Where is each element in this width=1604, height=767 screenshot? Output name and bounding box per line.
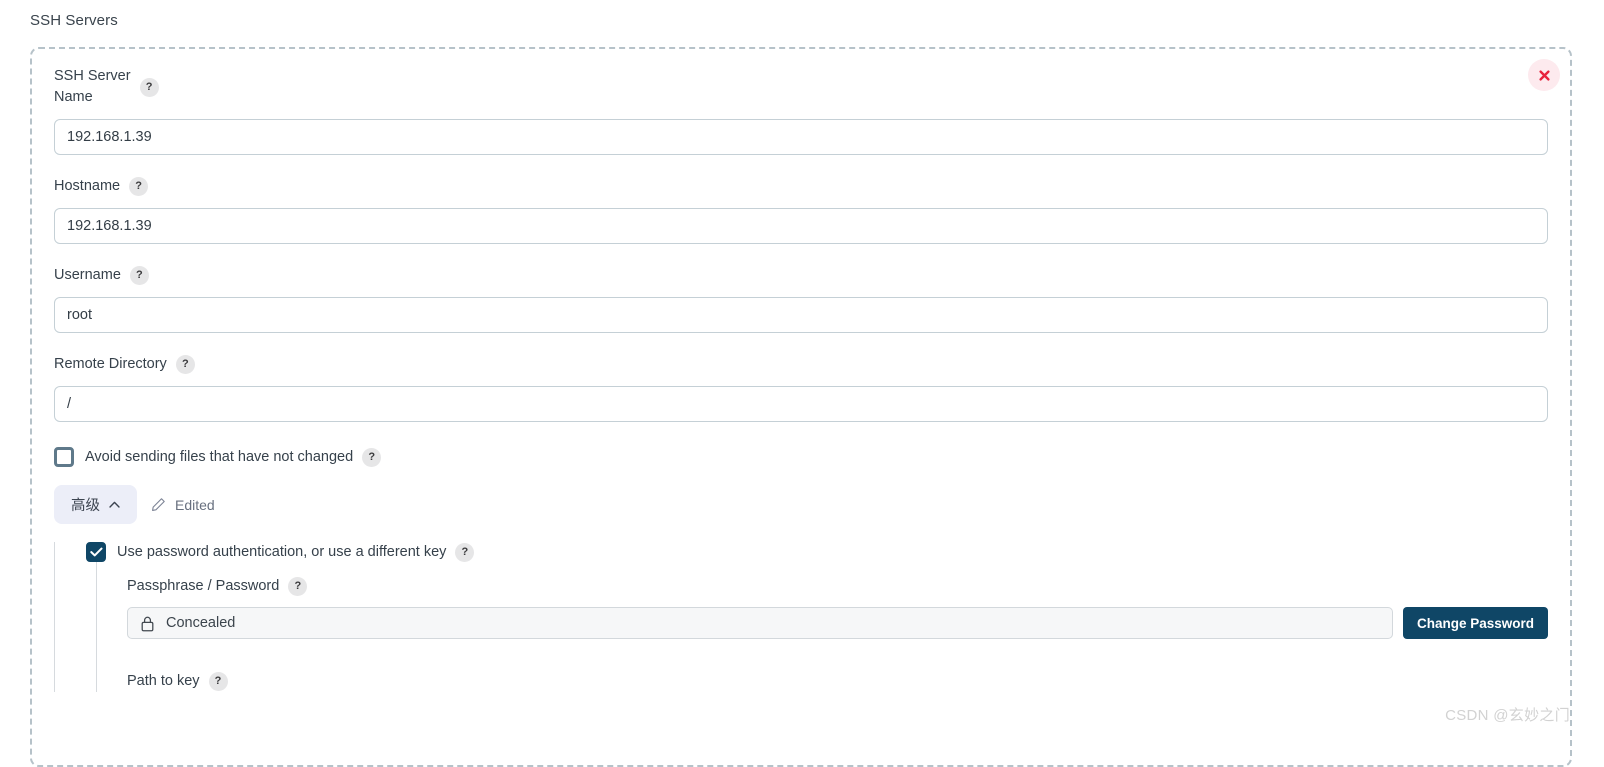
chevron-up-icon (109, 501, 120, 508)
label-passphrase: Passphrase / Password ? (127, 576, 1548, 597)
label-hostname: Hostname ? (54, 176, 1548, 197)
passphrase-field[interactable]: Concealed (127, 607, 1393, 639)
label-remote-directory: Remote Directory ? (54, 354, 1548, 375)
page-title: SSH Servers (30, 12, 118, 29)
password-auth-checkbox[interactable] (86, 542, 106, 562)
label-ssh-server-name: SSH Server Name ? (54, 66, 1548, 108)
label-text: SSH Server Name (54, 68, 131, 105)
field-ssh-server-name: SSH Server Name ? (54, 66, 1548, 155)
help-icon[interactable]: ? (129, 177, 149, 196)
ssh-server-panel: SSH Server Name ? Hostname ? Username ? (30, 47, 1572, 767)
password-auth-label-text: Use password authentication, or use a di… (117, 544, 447, 560)
password-auth-label: Use password authentication, or use a di… (117, 542, 475, 562)
remote-directory-input[interactable] (54, 386, 1548, 422)
hostname-input[interactable] (54, 208, 1548, 244)
advanced-body: Use password authentication, or use a di… (54, 542, 1548, 692)
password-auth-row: Use password authentication, or use a di… (86, 542, 1548, 562)
avoid-sending-label-text: Avoid sending files that have not change… (85, 449, 354, 465)
edited-indicator: Edited (151, 497, 215, 513)
advanced-row: 高级 Edited (54, 485, 1548, 524)
passphrase-row: Concealed Change Password (127, 607, 1548, 639)
field-remote-directory: Remote Directory ? (54, 354, 1548, 422)
label-path-to-key: Path to key ? (127, 671, 1548, 692)
ssh-server-name-input[interactable] (54, 119, 1548, 155)
advanced-toggle-label: 高级 (71, 498, 100, 514)
advanced-toggle-button[interactable]: 高级 (54, 485, 137, 524)
help-icon[interactable]: ? (175, 355, 195, 374)
label-text: Remote Directory (54, 356, 167, 372)
label-text: Passphrase / Password (127, 578, 280, 594)
advanced-subsection: Passphrase / Password ? Concealed Change… (96, 562, 1548, 692)
help-icon[interactable]: ? (129, 266, 149, 285)
username-input[interactable] (54, 297, 1548, 333)
label-text: Hostname (54, 178, 121, 194)
lock-icon (141, 616, 154, 631)
field-username: Username ? (54, 265, 1548, 333)
avoid-sending-label: Avoid sending files that have not change… (85, 447, 382, 467)
help-icon[interactable]: ? (139, 77, 159, 97)
edited-label: Edited (175, 496, 215, 513)
pencil-icon (152, 498, 165, 511)
avoid-sending-checkbox[interactable] (54, 447, 74, 467)
help-icon[interactable]: ? (362, 447, 382, 467)
passphrase-value: Concealed (166, 615, 236, 631)
change-password-button[interactable]: Change Password (1402, 607, 1548, 639)
help-icon[interactable]: ? (208, 672, 228, 691)
label-username: Username ? (54, 265, 1548, 286)
help-icon[interactable]: ? (288, 577, 308, 596)
label-text: Username (54, 267, 121, 283)
avoid-sending-row: Avoid sending files that have not change… (54, 447, 1548, 467)
check-icon (89, 547, 102, 557)
label-text: Path to key (127, 673, 200, 689)
field-hostname: Hostname ? (54, 176, 1548, 244)
help-icon[interactable]: ? (455, 542, 475, 562)
